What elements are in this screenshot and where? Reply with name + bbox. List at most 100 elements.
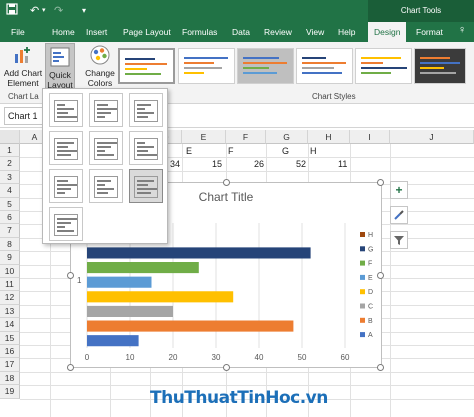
cell-h1[interactable]: H [310,146,317,156]
select-all-corner[interactable] [0,130,20,144]
column-header-e[interactable]: E [182,130,226,144]
quick-layout-option-8[interactable] [89,169,123,203]
row-header-19[interactable]: 19 [0,385,20,399]
quick-layout-option-9[interactable] [129,169,163,203]
row-header-6[interactable]: 6 [0,211,20,225]
chart-style-3[interactable] [237,48,294,84]
tab-insert[interactable]: Insert [86,26,107,38]
customize-quick-access-icon[interactable]: ▾ [82,3,86,19]
legend-label-e: E [368,275,373,282]
bar-e[interactable] [87,276,152,288]
x-tick-label: 10 [126,353,135,362]
chart-filters-funnel-icon[interactable] [390,231,408,249]
row-header-17[interactable]: 17 [0,358,20,372]
row-header-3[interactable]: 3 [0,170,20,185]
cell-g1[interactable]: G [282,146,289,156]
legend-label-h: H [368,232,373,239]
chart-style-5[interactable] [355,48,412,84]
bar-d[interactable] [87,291,234,303]
bar-c[interactable] [87,305,173,317]
redo-icon[interactable]: ↷ [54,3,63,19]
quick-layout-option-5[interactable] [89,131,123,165]
tab-format[interactable]: Format [416,26,443,38]
bar-f[interactable] [87,262,199,274]
legend-label-b: B [368,318,373,325]
change-colors-button[interactable]: Change Colors [80,42,120,90]
bar-a[interactable] [87,335,139,347]
column-header-i[interactable]: I [350,130,390,144]
tab-design[interactable]: Design [368,22,407,42]
row-header-13[interactable]: 13 [0,304,20,319]
row-header-14[interactable]: 14 [0,318,20,332]
cell-g2[interactable]: 52 [296,159,306,169]
cell-e1[interactable]: E [186,146,192,156]
tab-formulas[interactable]: Formulas [182,26,217,38]
resize-handle-right[interactable] [377,272,384,279]
column-header-j[interactable]: J [390,130,474,144]
resize-handle-bottom[interactable] [223,364,230,371]
quick-layout-option-7[interactable] [49,169,83,203]
cell-d2[interactable]: 34 [170,159,180,169]
cell-f1[interactable]: F [228,146,234,156]
legend-swatch-e [360,274,365,280]
column-header-h[interactable]: H [308,130,350,144]
chart-style-6[interactable] [414,48,466,84]
add-chart-element-button[interactable]: Add Chart Element [3,42,43,90]
chart-elements-plus-icon[interactable]: + [390,181,408,199]
tab-page-layout[interactable]: Page Layout [123,26,171,38]
tab-help[interactable]: Help [338,26,355,38]
cell-e2[interactable]: 15 [212,159,222,169]
add-chart-element-icon [15,47,30,63]
quick-layout-option-10[interactable] [49,207,83,241]
row-header-5[interactable]: 5 [0,197,20,211]
chart-style-1[interactable] [118,48,175,84]
row-header-1[interactable]: 1 [0,144,20,158]
quick-layout-option-4[interactable] [49,131,83,165]
row-header-7[interactable]: 7 [0,224,20,238]
chart-styles-group-label: Chart Styles [312,92,356,101]
resize-handle-top[interactable] [223,179,230,186]
chart-title[interactable]: Chart Title [199,190,254,204]
legend-label-g: G [368,246,373,253]
tab-view[interactable]: View [306,26,324,38]
x-tick-label: 30 [212,353,221,362]
tab-review[interactable]: Review [264,26,292,38]
resize-handle-left[interactable] [67,272,74,279]
legend-swatch-b [360,317,365,323]
chart-style-2[interactable] [178,48,235,84]
row-header-16[interactable]: 16 [0,345,20,359]
row-header-8[interactable]: 8 [0,237,20,252]
chart-tools-contextual-header: Chart Tools [368,0,474,22]
resize-handle-bottom-left[interactable] [67,364,74,371]
chart-style-4[interactable] [296,48,353,84]
row-header-2[interactable]: 2 [0,157,20,171]
chart-styles-brush-icon[interactable] [390,206,408,224]
resize-handle-top-right[interactable] [377,179,384,186]
tab-data[interactable]: Data [232,26,250,38]
quick-layout-option-3[interactable] [129,93,163,127]
row-header-15[interactable]: 15 [0,331,20,345]
bar-g[interactable] [87,247,311,259]
row-header-4[interactable]: 4 [0,184,20,198]
quick-layout-option-1[interactable] [49,93,83,127]
lightbulb-icon[interactable]: ♀ [458,24,466,36]
undo-dropdown-icon[interactable]: ▾ [42,3,46,19]
row-header-10[interactable]: 10 [0,264,20,278]
quick-layout-option-2[interactable] [89,93,123,127]
row-header-11[interactable]: 11 [0,278,20,292]
cell-f2[interactable]: 26 [254,159,264,169]
column-header-g[interactable]: G [266,130,308,144]
save-icon[interactable] [6,3,18,20]
quick-layout-button[interactable]: Quick Layout [45,43,75,90]
row-header-18[interactable]: 18 [0,371,20,386]
row-header-9[interactable]: 9 [0,251,20,265]
quick-layout-option-6[interactable] [129,131,163,165]
tab-home[interactable]: Home [52,26,75,38]
undo-icon[interactable]: ↶ [30,3,39,19]
row-header-12[interactable]: 12 [0,291,20,305]
resize-handle-bottom-right[interactable] [377,364,384,371]
column-header-f[interactable]: F [226,130,266,144]
cell-h2[interactable]: 11 [338,159,347,169]
tab-file[interactable]: File [11,26,25,38]
bar-b[interactable] [87,320,294,332]
